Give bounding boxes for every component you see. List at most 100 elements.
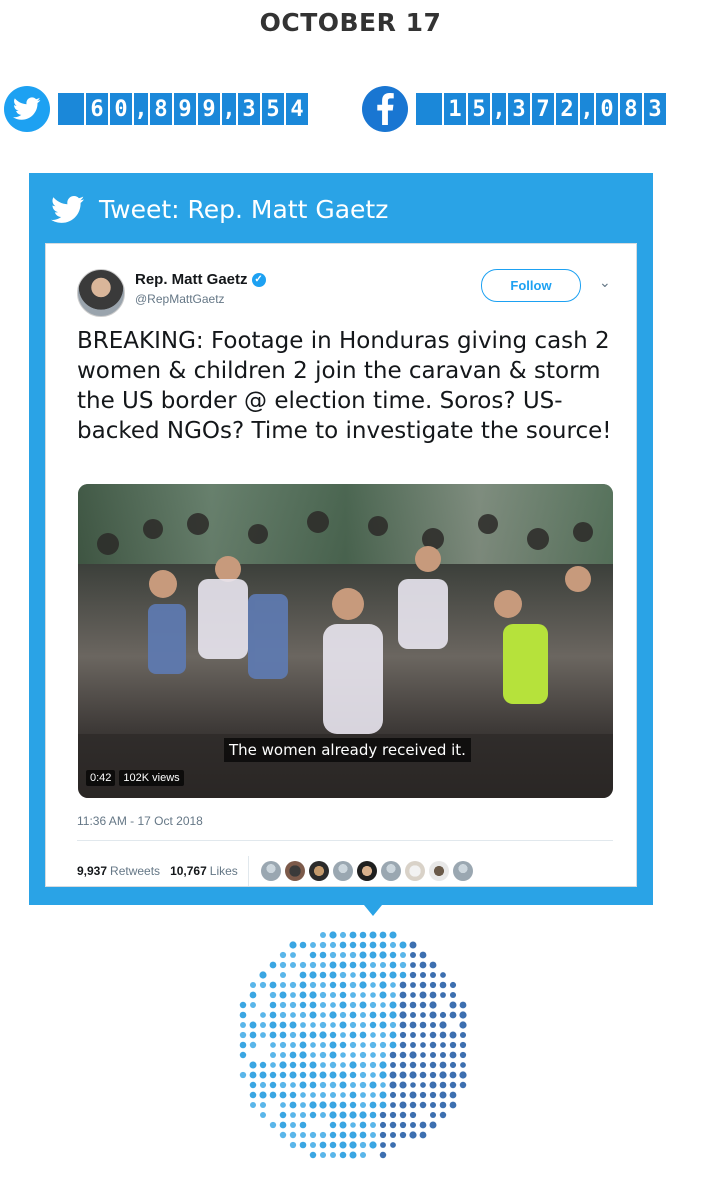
globe-dot (409, 1021, 417, 1029)
globe-dot (349, 1101, 357, 1109)
globe-dot (309, 1141, 317, 1149)
globe-dot (299, 981, 307, 989)
globe-dot (329, 961, 337, 969)
author-name[interactable]: Rep. Matt Gaetz (135, 271, 248, 288)
chevron-down-icon[interactable]: ⌄ (599, 274, 611, 291)
tweet-video[interactable]: The women already received it. 0:42 102K… (78, 484, 613, 798)
globe-dot (399, 1021, 407, 1029)
avatar[interactable] (452, 861, 473, 881)
globe-dot (389, 941, 397, 949)
globe-dot (249, 981, 257, 989)
globe-dot (329, 1141, 337, 1149)
globe-dot (300, 1022, 306, 1028)
counter-digit: 8 (620, 93, 642, 125)
globe-dot (389, 1091, 397, 1099)
globe-dot (359, 1081, 367, 1089)
avatar[interactable] (428, 861, 449, 881)
globe-dot (299, 1111, 307, 1119)
globe-dot (399, 1071, 407, 1079)
globe-dot (409, 1071, 417, 1079)
globe-dot (429, 1081, 437, 1089)
globe-dot (429, 981, 437, 989)
globe-dot (279, 951, 287, 959)
globe-dot (419, 1001, 427, 1009)
avatar[interactable] (332, 861, 353, 881)
likes-count[interactable]: 10,767 (170, 864, 207, 878)
avatar[interactable] (380, 861, 401, 881)
retweets-count[interactable]: 9,937 (77, 864, 107, 878)
globe-dot (459, 1021, 467, 1029)
frame-title: Tweet: Rep. Matt Gaetz (99, 195, 389, 224)
author-handle[interactable]: @RepMattGaetz (135, 292, 266, 306)
globe-dot (329, 941, 337, 949)
globe-dot (299, 941, 307, 949)
globe-dot (329, 981, 337, 989)
globe-dot (339, 1101, 347, 1109)
globe-dot (369, 1111, 377, 1119)
globe-dot (389, 1131, 397, 1139)
globe-dot (289, 1031, 297, 1039)
globe-dot (360, 1042, 366, 1048)
tweet-timestamp[interactable]: 11:36 AM - 17 Oct 2018 (77, 814, 203, 828)
globe-dot (269, 981, 277, 989)
globe-dot (369, 1011, 377, 1019)
globe-dot (250, 1102, 256, 1108)
globe-dot (309, 1061, 317, 1069)
globe-dot (410, 1012, 416, 1018)
globe-dot (399, 1051, 407, 1059)
globe-dot (369, 951, 377, 959)
globe-dot (319, 1081, 327, 1089)
avatar[interactable] (260, 861, 281, 881)
globe-dot (350, 1122, 356, 1128)
globe-dot (439, 1011, 447, 1019)
globe-dot (319, 1031, 327, 1039)
globe-dot (240, 1022, 246, 1028)
follow-button[interactable]: Follow (481, 269, 581, 302)
counter-digit: 9 (198, 93, 220, 125)
globe-dot (309, 991, 317, 999)
globe-dot (399, 1101, 407, 1109)
globe-dot (270, 1042, 276, 1048)
globe-dot (360, 992, 366, 998)
tweet-author[interactable]: Rep. Matt Gaetz ✓ @RepMattGaetz (77, 269, 266, 317)
twitter-bird-icon (4, 86, 50, 132)
globe-dot (389, 1051, 397, 1059)
globe-dot (420, 1012, 426, 1018)
globe-dot (389, 961, 397, 969)
avatar[interactable] (356, 861, 377, 881)
globe-dot (340, 1052, 346, 1058)
globe-dot (369, 931, 377, 939)
globe-dot (459, 1031, 467, 1039)
counter-digit: 5 (468, 93, 490, 125)
globe-dot (409, 941, 417, 949)
twitter-count-digits: 6 0 , 8 9 9 , 3 5 4 (58, 93, 310, 125)
retweets-label[interactable]: Retweets (110, 864, 160, 878)
counter-digit: 5 (262, 93, 284, 125)
globe-dot (319, 1021, 327, 1029)
globe-dot (420, 1042, 426, 1048)
globe-dot (389, 1121, 397, 1129)
globe-dot (409, 1061, 417, 1069)
globe-dot (410, 992, 416, 998)
counter-digit: 2 (556, 93, 578, 125)
avatar[interactable] (308, 861, 329, 881)
globe-dot (399, 1011, 407, 1019)
globe-dot (299, 1061, 307, 1069)
avatar[interactable] (404, 861, 425, 881)
globe-dot (289, 1061, 297, 1069)
counter-digit: 0 (110, 93, 132, 125)
globe-dot (299, 1081, 307, 1089)
globe-dot (349, 1061, 357, 1069)
globe-dot (269, 1011, 277, 1019)
globe-dot (349, 1071, 357, 1079)
globe-dot (419, 961, 427, 969)
globe-dot (349, 931, 357, 939)
globe-dot (319, 931, 327, 939)
dotted-globe-graphic (239, 931, 467, 1159)
likes-label[interactable]: Likes (210, 864, 238, 878)
avatar[interactable] (284, 861, 305, 881)
globe-dot (329, 1031, 337, 1039)
globe-dot (389, 1011, 397, 1019)
avatar[interactable] (77, 269, 125, 317)
globe-dot (390, 982, 396, 988)
